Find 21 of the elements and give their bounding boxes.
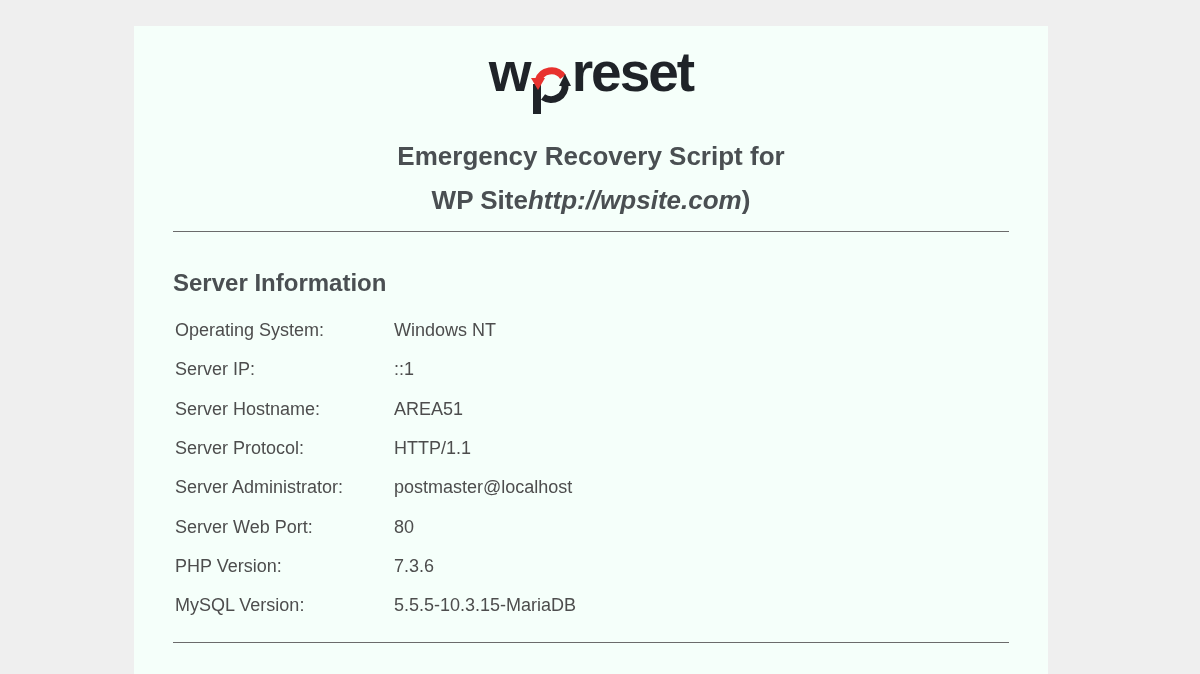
info-value: 7.3.6 — [394, 554, 435, 578]
logo-text: reset — [571, 44, 694, 100]
page-title: Emergency Recovery Script for WP Sitehttp://wpsite.com) — [396, 140, 786, 217]
info-value: ::1 — [394, 358, 414, 382]
info-value: 80 — [394, 515, 415, 539]
circular-arrows-icon — [530, 64, 571, 114]
info-value: 5.5.5-10.3.15-MariaDB — [394, 594, 577, 618]
info-label: Server Administrator: — [175, 476, 344, 500]
info-label: PHP Version: — [175, 554, 282, 578]
section-heading: Server Information — [173, 269, 388, 297]
info-label: Server Web Port: — [175, 515, 313, 539]
logo-text: w — [488, 44, 530, 100]
info-label: Server IP: — [175, 358, 256, 382]
info-value: AREA51 — [394, 397, 464, 421]
info-label: Server Protocol: — [175, 437, 305, 461]
info-label: MySQL Version: — [175, 594, 305, 618]
info-value: postmaster@localhost — [394, 476, 573, 500]
info-label: Operating System: — [175, 319, 325, 343]
info-label: Server Hostname: — [175, 397, 321, 421]
info-value: Windows NT — [394, 319, 496, 343]
info-value: HTTP/1.1 — [394, 437, 472, 461]
